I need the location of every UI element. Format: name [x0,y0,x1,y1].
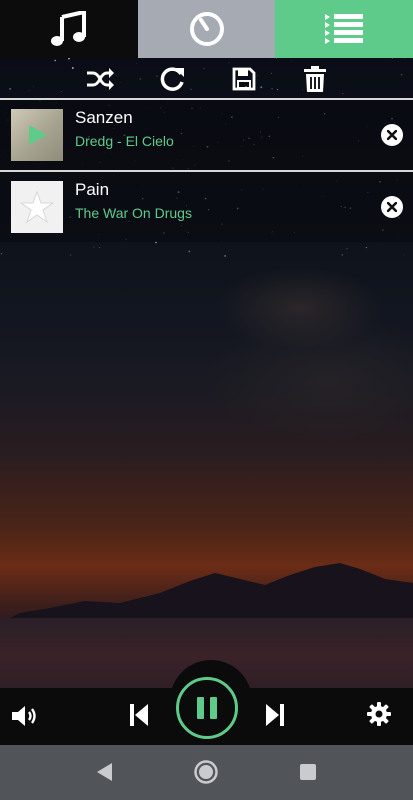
volume-icon [12,706,36,726]
album-art-thumbnail [11,109,63,161]
settings-button[interactable] [366,701,392,727]
home-circle-icon [194,760,218,784]
star-icon [20,191,54,223]
remove-track-button[interactable] [381,196,403,218]
back-triangle-icon [97,763,112,781]
playing-indicator-icon [29,125,47,145]
recents-square-icon [300,764,316,780]
shuffle-icon [87,68,114,90]
tab-library[interactable] [0,0,138,58]
nav-recents-button[interactable] [295,759,321,785]
trash-icon [304,66,326,92]
volume-button[interactable] [12,703,40,729]
close-icon [387,202,397,212]
shuffle-button[interactable] [85,64,115,94]
queue-toolbar [0,58,413,98]
next-icon [266,704,284,726]
nav-back-button[interactable] [91,759,117,785]
remove-track-button[interactable] [381,124,403,146]
save-icon [232,67,256,91]
settings-icon [367,702,391,726]
refresh-icon [160,67,184,91]
album-art-placeholder [11,181,63,233]
pause-icon [197,697,217,719]
nav-home-button[interactable] [193,759,219,785]
track-artist-album: Dredg - El Cielo [75,133,174,149]
track-title: Pain [75,180,110,199]
play-pause-button[interactable] [176,677,238,739]
previous-button[interactable] [128,702,150,728]
close-icon [387,130,397,140]
music-note-icon [50,11,86,46]
save-button[interactable] [229,64,259,94]
tab-bar [0,0,413,58]
tab-now-playing[interactable] [137,0,276,58]
tab-queue[interactable] [275,0,413,58]
next-button[interactable] [264,702,286,728]
queue-item[interactable]: Sanzen Dredg - El Cielo [0,100,413,170]
track-artist: The War On Drugs [75,205,192,221]
dial-icon [189,12,224,46]
system-navigation-bar [0,745,413,800]
queue-item[interactable]: Pain The War On Drugs [0,172,413,242]
track-title: Sanzen [75,108,133,127]
refresh-button[interactable] [158,64,188,94]
playlist-icon [325,14,364,44]
clear-queue-button[interactable] [300,64,330,94]
previous-icon [130,704,148,726]
